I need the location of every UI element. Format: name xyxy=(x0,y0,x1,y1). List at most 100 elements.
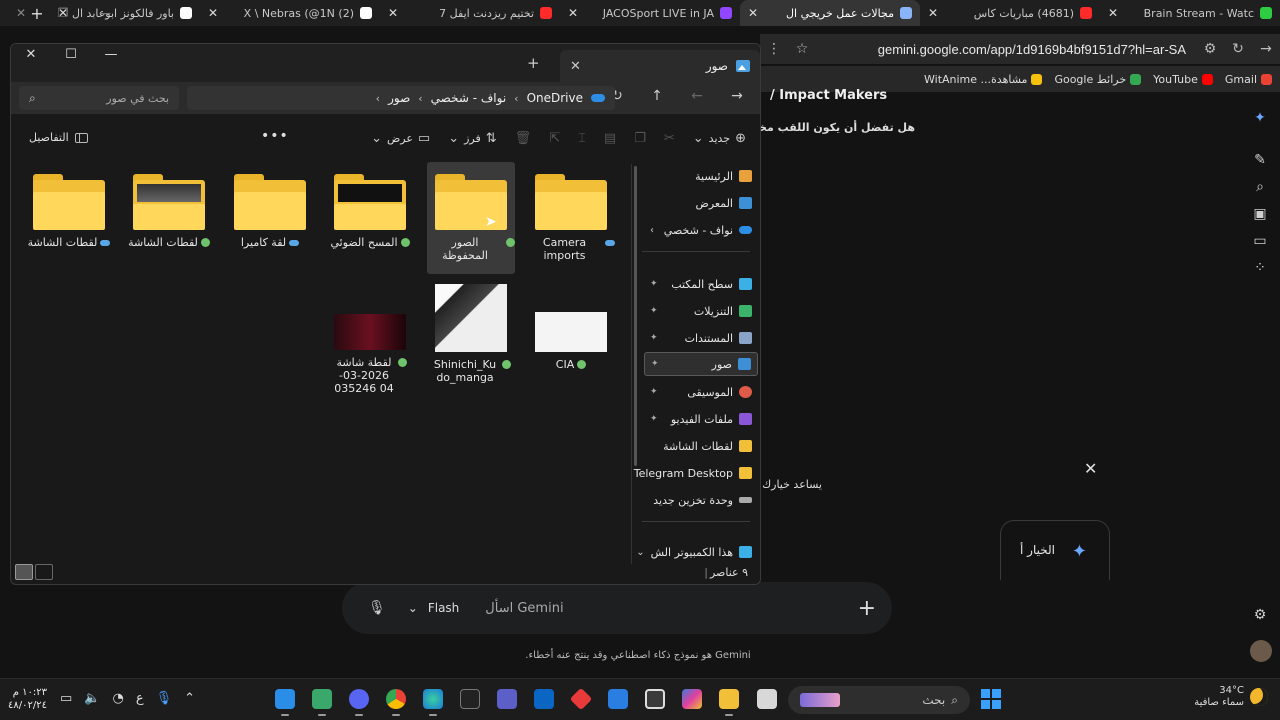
search-input[interactable]: بحث في صور ⌕ xyxy=(19,86,179,110)
folder-item[interactable]: Camera imports xyxy=(527,166,615,262)
pin-icon[interactable]: ✦ xyxy=(650,279,658,289)
close-window-button[interactable]: ✕ xyxy=(0,0,42,26)
wifi-icon[interactable]: ◔ xyxy=(112,691,123,706)
nav-item-home[interactable]: الرئيسية xyxy=(644,164,758,188)
bookmark-gmail[interactable]: Gmail xyxy=(1225,73,1272,86)
sort-button[interactable]: ⇅ فرز ⌄ xyxy=(448,131,496,146)
cut-button[interactable]: ✂ xyxy=(664,131,675,146)
breadcrumb-item[interactable]: صور xyxy=(388,91,410,105)
taskbar-search[interactable]: ⌕ بحث xyxy=(788,686,970,714)
start-button[interactable] xyxy=(981,689,1001,709)
microphone-icon[interactable]: 🎙 xyxy=(368,600,386,616)
nav-item-videos[interactable]: ملفات الفيديو ✦ xyxy=(644,407,758,431)
copilot-icon[interactable] xyxy=(682,689,702,709)
close-icon[interactable]: ✕ xyxy=(1108,6,1118,20)
apps-icon[interactable]: ⁘ xyxy=(1252,260,1268,276)
minimize-button[interactable]: — xyxy=(91,44,131,66)
chevron-down-icon[interactable]: ⌄ xyxy=(636,547,644,558)
add-icon[interactable]: + xyxy=(858,596,876,621)
file-explorer-icon[interactable] xyxy=(719,689,739,716)
scrollbar[interactable] xyxy=(634,166,637,466)
app-icon[interactable] xyxy=(312,689,332,716)
microphone-icon[interactable]: 🎙 xyxy=(156,691,173,706)
new-tab-button[interactable]: + xyxy=(527,54,540,72)
settings-icon[interactable]: ⚙ xyxy=(1252,607,1268,623)
discord-icon[interactable] xyxy=(349,689,369,716)
browser-tab[interactable]: JACOSport LIVE in JA ✕ xyxy=(560,0,740,26)
teams-icon[interactable] xyxy=(497,689,517,709)
browser-tab-active[interactable]: مجالات عمل خريجي ال ✕ xyxy=(740,0,920,26)
edit-icon[interactable]: ✎ xyxy=(1252,152,1268,168)
prompt-placeholder[interactable]: اسأل Gemini xyxy=(485,601,857,616)
app-icon[interactable] xyxy=(569,687,593,711)
search-icon[interactable]: ⌕ xyxy=(1252,179,1268,195)
app-icon[interactable] xyxy=(757,689,777,709)
paste-button[interactable]: ▤ xyxy=(604,131,616,146)
browser-tab[interactable]: تختيم ريزدنت ايفل 7 ✕ xyxy=(380,0,560,26)
more-options-icon[interactable]: ••• xyxy=(261,128,289,144)
pin-icon[interactable]: ✦ xyxy=(650,306,658,316)
explorer-tab[interactable]: صور ✕ xyxy=(560,50,760,82)
browser-tab[interactable]: (4681) مباريات كاس ✕ xyxy=(920,0,1100,26)
details-button[interactable]: التفاصيل xyxy=(29,131,88,144)
folder-item[interactable]: المسح الضوئي xyxy=(326,166,414,249)
thumbnails-view-icon[interactable] xyxy=(15,564,33,580)
image-item[interactable]: Shinichi_Kudo_manga xyxy=(427,282,515,384)
chevron-left-icon[interactable]: › xyxy=(514,92,518,105)
pin-icon[interactable]: ✦ xyxy=(650,333,658,343)
pin-icon[interactable]: ✦ xyxy=(650,414,658,424)
close-icon[interactable]: ✕ xyxy=(568,6,578,20)
nav-item-this-pc[interactable]: هذا الكمبيوتر الش ⌄ xyxy=(636,540,758,564)
option-card[interactable]: ✦ الخيار أ xyxy=(1000,520,1110,580)
breadcrumb[interactable]: OneDrive › نواف - شخصي › صور › xyxy=(187,86,615,110)
close-icon[interactable]: ✕ xyxy=(748,6,758,20)
close-icon[interactable]: ✕ xyxy=(1084,459,1097,478)
store-icon[interactable] xyxy=(645,689,665,709)
up-icon[interactable]: ↑ xyxy=(644,88,670,104)
chrome-icon[interactable] xyxy=(386,689,406,716)
close-icon[interactable]: ✕ xyxy=(928,6,938,20)
view-button[interactable]: ▭ عرض ⌄ xyxy=(371,131,430,146)
forward-icon[interactable]: ← xyxy=(684,88,710,104)
image-item[interactable]: CIA xyxy=(527,282,615,371)
back-icon[interactable]: → xyxy=(1252,41,1280,57)
avatar[interactable] xyxy=(1250,640,1272,662)
bookmark-witanime[interactable]: مشاهدة... WitAnime xyxy=(924,73,1043,86)
delete-button[interactable]: 🗑 xyxy=(515,131,532,146)
maximize-button[interactable]: ☐ xyxy=(51,44,91,66)
library-icon[interactable]: ▭ xyxy=(1252,233,1268,249)
nav-item-downloads[interactable]: التنزيلات ✦ xyxy=(644,299,758,323)
share-button[interactable]: ⇱ xyxy=(549,131,560,146)
chevron-left-icon[interactable]: › xyxy=(418,92,422,105)
gems-icon[interactable]: ▣ xyxy=(1252,206,1268,222)
image-item[interactable]: لقطة شاشة 2026-03-04 035246 xyxy=(326,282,414,395)
clock[interactable]: ١٠:٢٣ م ٤٨/٠٢/٢٤ xyxy=(8,686,47,712)
maximize-button[interactable]: ❐ xyxy=(42,0,84,26)
folder-item[interactable]: لقطات الشاشة xyxy=(25,166,113,249)
pin-icon[interactable]: ✦ xyxy=(651,359,659,369)
epic-games-icon[interactable] xyxy=(460,689,480,709)
close-window-button[interactable]: ✕ xyxy=(11,44,51,66)
breadcrumb-item[interactable]: نواف - شخصي xyxy=(431,91,506,105)
close-icon[interactable]: ✕ xyxy=(570,59,581,74)
chevron-left-icon[interactable]: › xyxy=(376,92,380,105)
browser-tab[interactable]: (2) X \ Nebras (@1N ✕ xyxy=(200,0,380,26)
nav-item-telegram[interactable]: Telegram Desktop xyxy=(634,461,758,485)
site-settings-icon[interactable]: ⚙ xyxy=(1196,41,1224,57)
gemini-spark-icon[interactable]: ✦ xyxy=(1252,110,1268,126)
breadcrumb-item[interactable]: OneDrive xyxy=(527,91,583,105)
list-view-icon[interactable] xyxy=(35,564,53,580)
close-icon[interactable]: ✕ xyxy=(208,6,218,20)
bookmark-youtube[interactable]: YouTube xyxy=(1153,73,1213,86)
weather-widget[interactable]: 34°C سماء صافية xyxy=(1194,685,1268,709)
folder-item-selected[interactable]: الصور المحفوظة ➤ xyxy=(427,162,515,274)
volume-icon[interactable]: 🔈 xyxy=(84,691,100,706)
rename-button[interactable]: ⌶ xyxy=(578,131,586,146)
nav-item-new-volume[interactable]: وحدة تخزين جديد xyxy=(644,488,758,512)
nav-item-screenshots[interactable]: لقطات الشاشة xyxy=(644,434,758,458)
snipping-tool-icon[interactable] xyxy=(275,689,295,716)
back-icon[interactable]: → xyxy=(724,88,750,104)
dropbox-icon[interactable] xyxy=(534,689,554,709)
browser-tab[interactable]: Brain Stream - Watc ✕ xyxy=(1100,0,1280,26)
star-icon[interactable]: ☆ xyxy=(788,41,816,57)
